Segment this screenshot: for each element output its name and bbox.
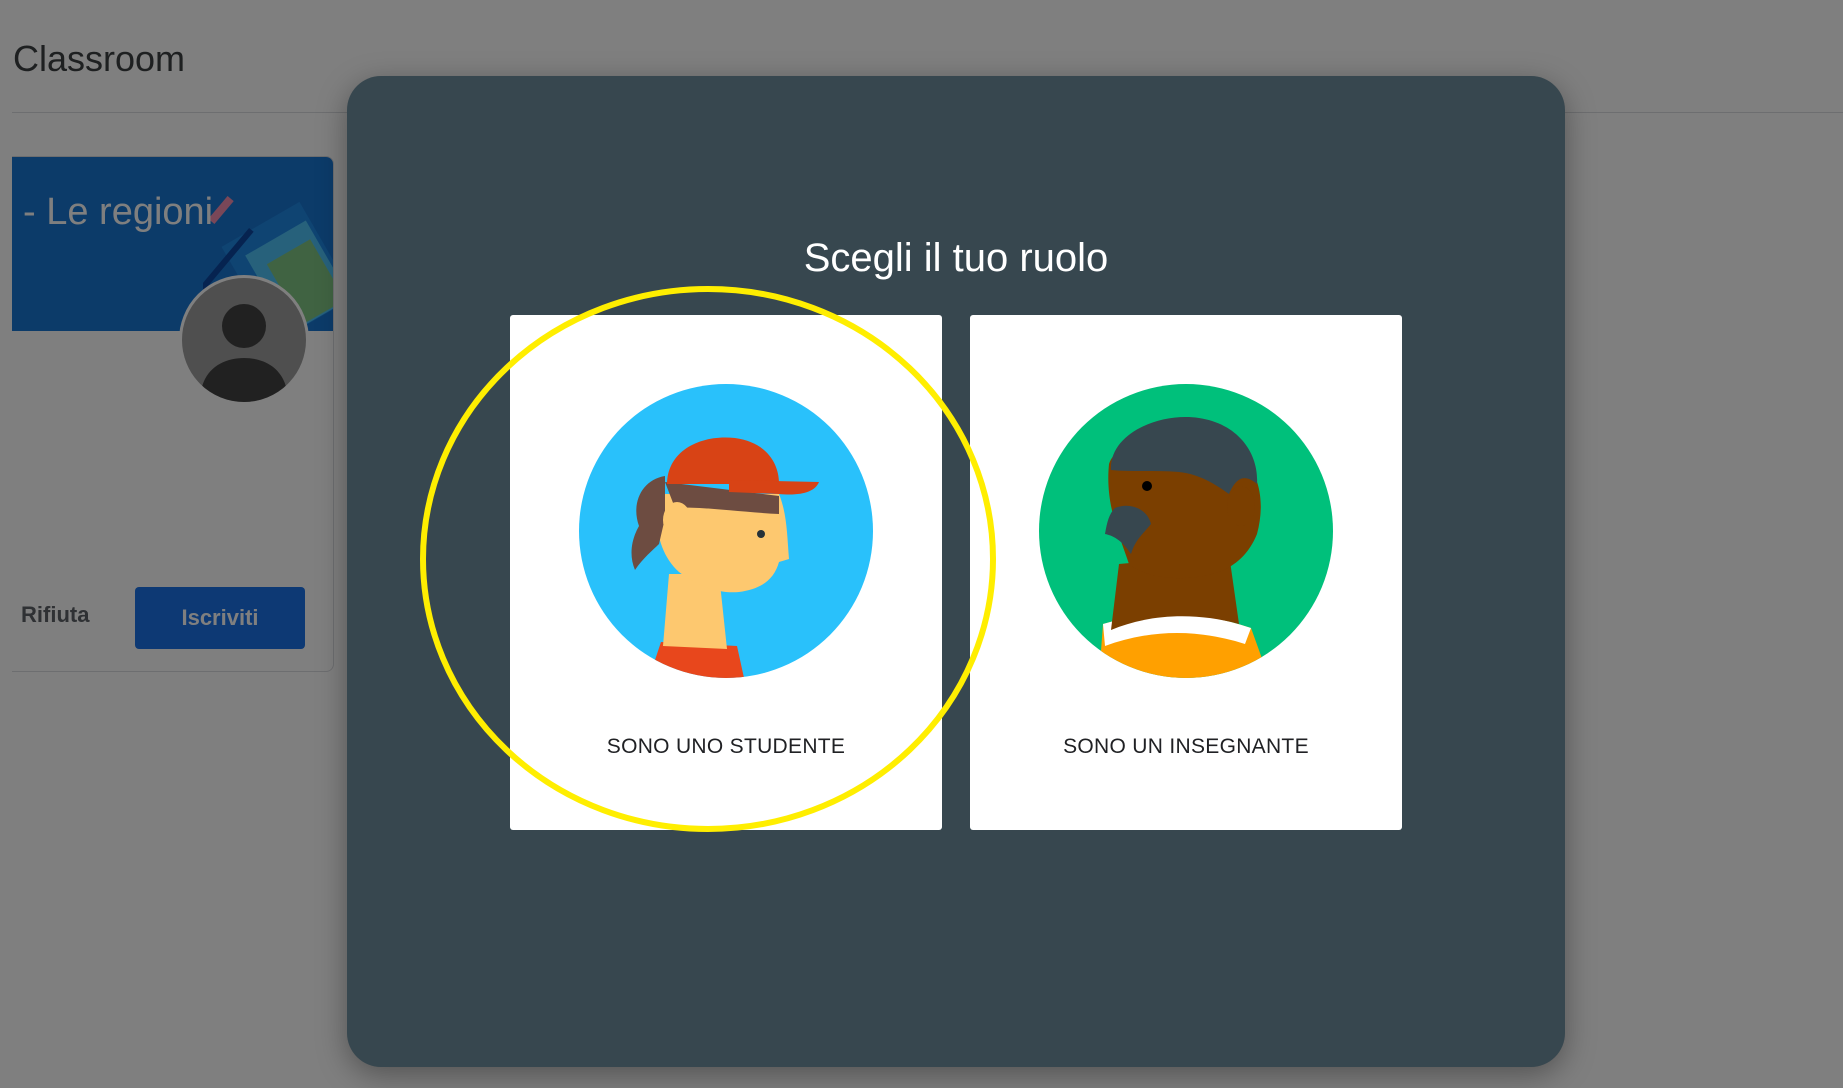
teacher-role-card[interactable]: SONO UN INSEGNANTE xyxy=(970,315,1402,830)
teacher-role-label: SONO UN INSEGNANTE xyxy=(1063,735,1309,758)
student-role-card[interactable]: SONO UNO STUDENTE xyxy=(510,315,942,830)
dialog-title: Scegli il tuo ruolo xyxy=(803,236,1109,280)
teacher-illustration-icon xyxy=(1039,384,1333,678)
role-dialog: Scegli il tuo ruolo SONO UNO STUDENTE SO… xyxy=(347,76,1565,1067)
student-illustration-icon xyxy=(579,384,873,678)
student-role-label: SONO UNO STUDENTE xyxy=(606,735,846,758)
